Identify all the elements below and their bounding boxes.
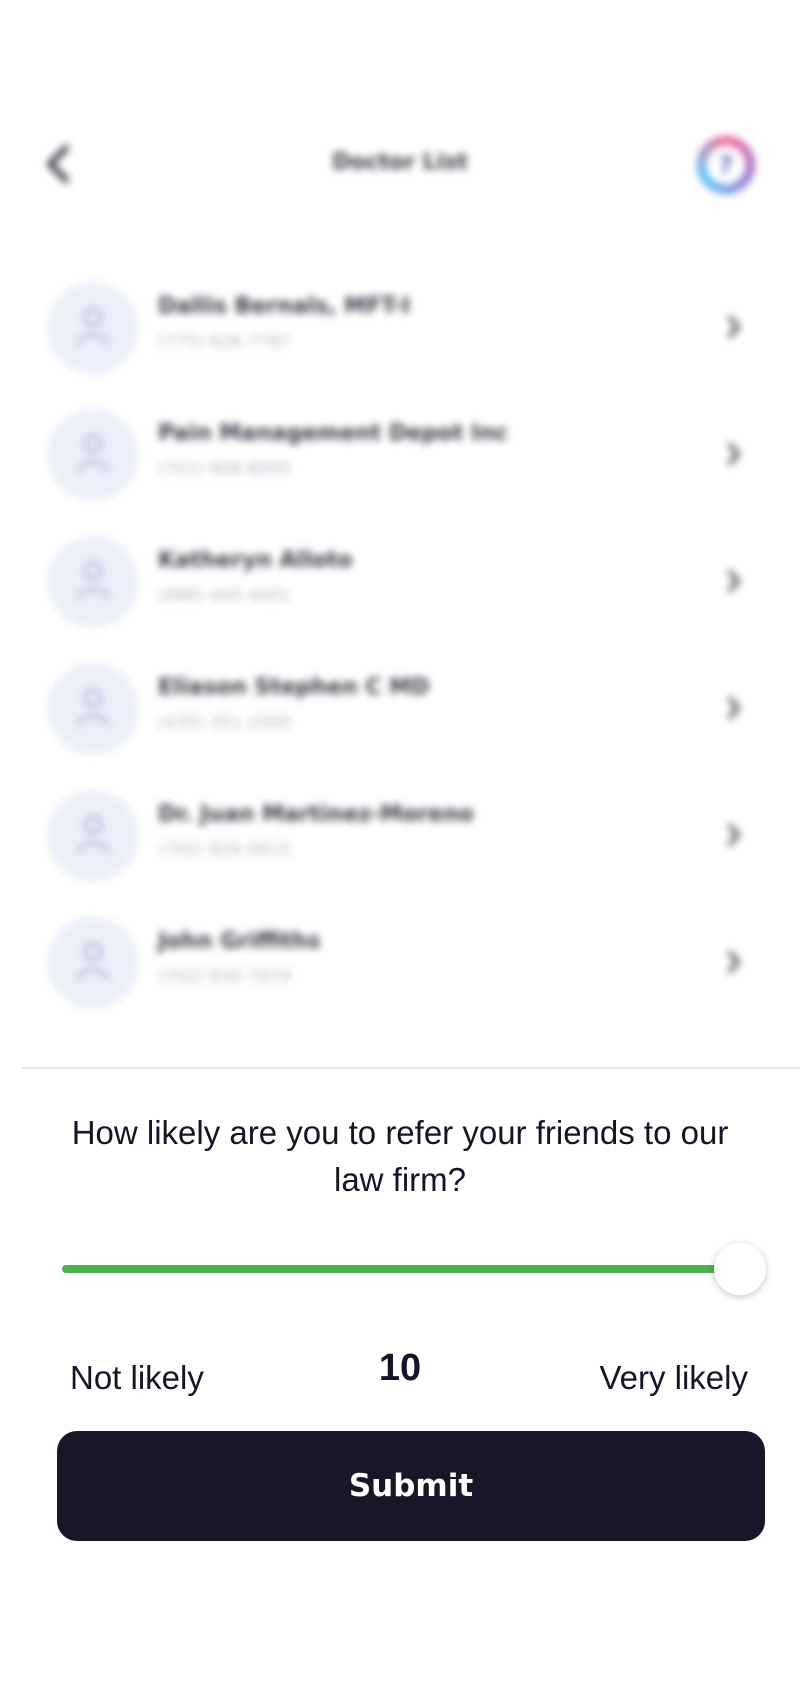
chevron-right-icon	[722, 947, 746, 977]
doctor-name: Katheryn Alloto	[158, 548, 353, 573]
person-icon	[76, 814, 110, 858]
doctor-name: Dr. Juan Martinez-Moreno	[158, 802, 474, 827]
doctor-phone: (775) 826-7787	[158, 332, 291, 352]
doctor-phone: (888) 440-4801	[158, 586, 291, 606]
doctor-name: Dallis Bernals, MFT-I	[158, 294, 411, 319]
submit-button[interactable]: Submit	[57, 1431, 765, 1541]
person-icon	[76, 433, 110, 477]
avatar	[47, 409, 139, 501]
help-icon: ?	[706, 145, 746, 185]
chevron-right-icon	[722, 312, 746, 342]
doctor-list: Dallis Bernals, MFT-I (775) 826-7787 Pain …	[0, 282, 800, 1044]
avatar	[47, 282, 139, 374]
avatar	[47, 917, 139, 1009]
avatar	[47, 536, 139, 628]
doctor-name: John Griffiths	[158, 929, 321, 954]
person-icon	[76, 941, 110, 985]
doctor-list-item[interactable]: John Griffiths (702) 830-7979	[0, 917, 800, 1044]
doctor-list-screen: Doctor List ? Dallis Bernals, MFT-I (775)…	[0, 0, 800, 1070]
doctor-phone: (702) 830-7979	[158, 967, 291, 987]
page-title: Doctor List	[332, 150, 468, 175]
chevron-right-icon	[722, 820, 746, 850]
doctor-phone: (702) 826-0815	[158, 840, 291, 860]
chevron-right-icon	[722, 566, 746, 596]
slider-fill	[62, 1265, 740, 1273]
doctor-list-item[interactable]: Dr. Juan Martinez-Moreno (702) 826-0815	[0, 790, 800, 917]
doctor-phone: (435) 351-1000	[158, 713, 291, 733]
doctor-name: Eliason Stephen C MD	[158, 675, 430, 700]
app-header: Doctor List ?	[0, 120, 800, 210]
person-icon	[76, 560, 110, 604]
doctor-list-item[interactable]: Dallis Bernals, MFT-I (775) 826-7787	[0, 282, 800, 409]
help-button[interactable]: ?	[697, 136, 755, 194]
survey-question: How likely are you to refer your friends…	[71, 1114, 729, 1198]
person-icon	[76, 687, 110, 731]
referral-survey-sheet: How likely are you to refer your friends…	[0, 1069, 800, 1697]
likelihood-slider[interactable]	[62, 1243, 766, 1295]
chevron-right-icon	[722, 693, 746, 723]
doctor-list-item[interactable]: Pain Management Depot Inc (702) 808-8000	[0, 409, 800, 536]
slider-thumb[interactable]	[714, 1243, 766, 1295]
avatar	[47, 663, 139, 755]
avatar	[47, 790, 139, 882]
doctor-name: Pain Management Depot Inc	[158, 421, 508, 446]
doctor-list-item[interactable]: Eliason Stephen C MD (435) 351-1000	[0, 663, 800, 790]
chevron-right-icon	[722, 439, 746, 469]
doctor-list-item[interactable]: Katheryn Alloto (888) 440-4801	[0, 536, 800, 663]
doctor-phone: (702) 808-8000	[158, 459, 291, 479]
scale-max-label: Very likely	[599, 1359, 748, 1396]
person-icon	[76, 306, 110, 350]
